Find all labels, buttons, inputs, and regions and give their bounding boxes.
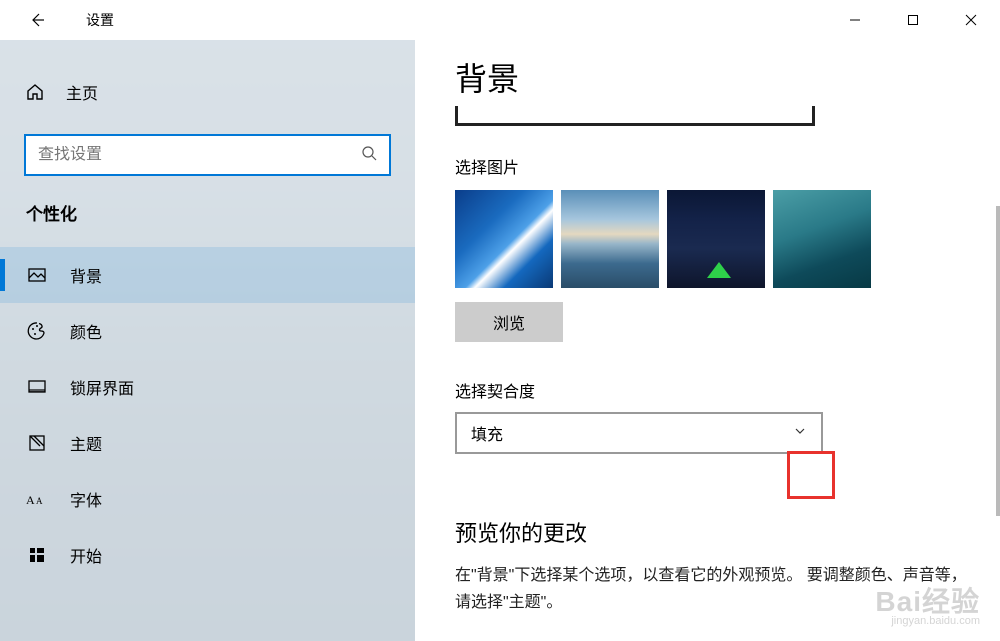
thumbnail[interactable] bbox=[667, 190, 765, 288]
nav-label: 字体 bbox=[70, 487, 102, 511]
content-area: 背景 选择图片 浏览 选择契合度 填充 预览你的更改 在"背景"下选择某 bbox=[415, 40, 1000, 641]
picture-thumbnails bbox=[455, 190, 970, 288]
browse-button[interactable]: 浏览 bbox=[455, 302, 563, 342]
maximize-button[interactable] bbox=[884, 0, 942, 40]
search-input[interactable] bbox=[38, 146, 361, 164]
svg-text:A: A bbox=[26, 493, 35, 507]
sidebar: 主页 个性化 背景 颜色 bbox=[0, 40, 415, 641]
fit-dropdown[interactable]: 填充 bbox=[455, 412, 823, 454]
back-button[interactable] bbox=[26, 10, 46, 30]
svg-text:A: A bbox=[36, 496, 43, 506]
theme-icon bbox=[26, 432, 48, 454]
sidebar-item-start[interactable]: 开始 bbox=[0, 527, 415, 583]
page-heading: 背景 bbox=[455, 54, 970, 100]
preview-heading: 预览你的更改 bbox=[455, 516, 970, 548]
preview-description: 在"背景"下选择某个选项，以查看它的外观预览。 要调整颜色、声音等，请选择"主题… bbox=[455, 562, 970, 616]
search-box[interactable] bbox=[24, 134, 391, 176]
choose-picture-label: 选择图片 bbox=[455, 154, 970, 178]
font-icon: AA bbox=[26, 488, 48, 510]
choose-fit-label: 选择契合度 bbox=[455, 378, 970, 402]
sidebar-item-themes[interactable]: 主题 bbox=[0, 415, 415, 471]
nav-label: 主题 bbox=[70, 431, 102, 455]
home-icon bbox=[24, 81, 46, 103]
fit-selected-value: 填充 bbox=[471, 421, 503, 445]
close-button[interactable] bbox=[942, 0, 1000, 40]
palette-icon bbox=[26, 320, 48, 342]
window-title: 设置 bbox=[86, 10, 114, 30]
thumbnail[interactable] bbox=[455, 190, 553, 288]
preview-frame-bottom bbox=[455, 106, 815, 126]
lockscreen-icon bbox=[26, 376, 48, 398]
minimize-button[interactable] bbox=[826, 0, 884, 40]
sidebar-item-lockscreen[interactable]: 锁屏界面 bbox=[0, 359, 415, 415]
picture-icon bbox=[26, 264, 48, 286]
sidebar-item-fonts[interactable]: AA 字体 bbox=[0, 471, 415, 527]
home-label: 主页 bbox=[66, 80, 98, 104]
nav-label: 背景 bbox=[70, 263, 102, 287]
sidebar-item-colors[interactable]: 颜色 bbox=[0, 303, 415, 359]
thumbnail[interactable] bbox=[561, 190, 659, 288]
start-icon bbox=[26, 544, 48, 566]
window-controls bbox=[826, 0, 1000, 40]
chevron-down-icon bbox=[793, 424, 807, 443]
nav-items: 背景 颜色 锁屏界面 主题 bbox=[0, 247, 415, 583]
nav-label: 开始 bbox=[70, 543, 102, 567]
scrollbar[interactable] bbox=[990, 46, 1000, 635]
scrollbar-thumb[interactable] bbox=[996, 206, 1000, 516]
titlebar: 设置 bbox=[0, 0, 1000, 40]
highlight-annotation bbox=[787, 451, 835, 499]
thumbnail[interactable] bbox=[773, 190, 871, 288]
sidebar-item-background[interactable]: 背景 bbox=[0, 247, 415, 303]
nav-label: 颜色 bbox=[70, 319, 102, 343]
nav-label: 锁屏界面 bbox=[70, 375, 134, 399]
category-label: 个性化 bbox=[0, 200, 415, 237]
search-icon bbox=[361, 145, 377, 166]
home-link[interactable]: 主页 bbox=[0, 70, 415, 114]
